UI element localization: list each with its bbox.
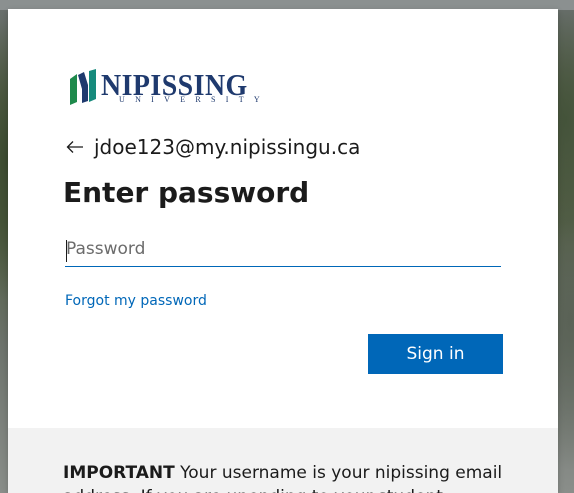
notice-label: IMPORTANT <box>63 463 175 483</box>
forgot-password-link[interactable]: Forgot my password <box>65 293 207 309</box>
sign-in-button[interactable]: Sign in <box>368 334 503 374</box>
notice-panel: IMPORTANT Your username is your nipissin… <box>8 428 558 493</box>
identity-banner: jdoe123@my.nipissingu.ca <box>66 134 360 160</box>
text-caret <box>66 240 67 262</box>
password-input[interactable] <box>65 232 501 267</box>
account-email: jdoe123@my.nipissingu.ca <box>94 135 361 159</box>
arrow-left-icon[interactable] <box>66 140 84 154</box>
signin-card: NIPISSING UNIVERSITY jdoe123@my.nipissin… <box>8 9 558 493</box>
nipissing-logo: NIPISSING UNIVERSITY <box>68 68 260 105</box>
page-title: Enter password <box>63 176 310 209</box>
notice-text: IMPORTANT Your username is your nipissin… <box>63 461 523 493</box>
logo-subtitle: UNIVERSITY <box>119 95 270 104</box>
nipissing-emblem-icon <box>70 69 96 105</box>
